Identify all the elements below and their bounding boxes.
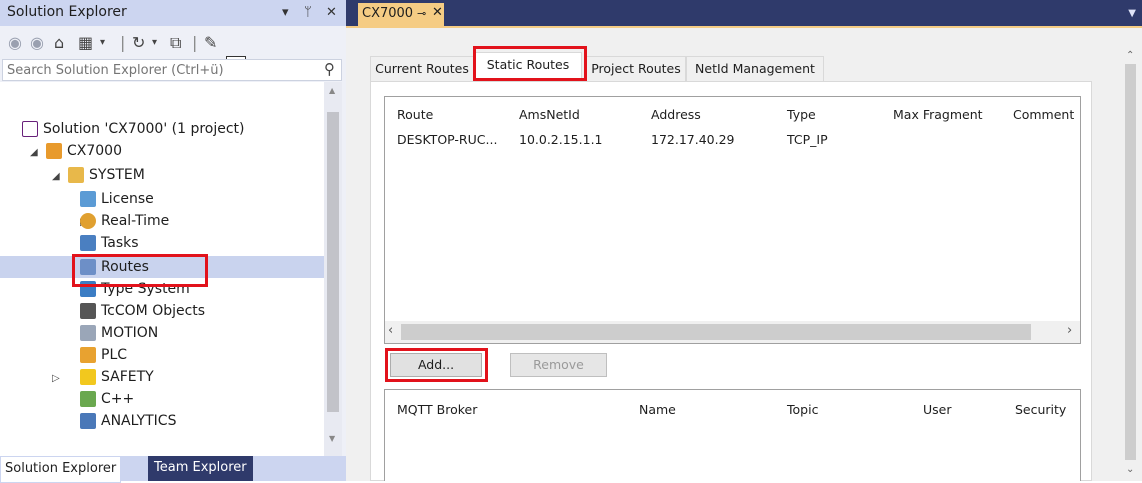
document-tab-title: CX7000 xyxy=(362,6,414,21)
tcom-icon xyxy=(80,303,96,319)
collapse-all-icon[interactable]: ⧉ xyxy=(170,33,181,53)
tab-team-explorer[interactable]: Team Explorer xyxy=(148,456,253,481)
column-header-security[interactable]: Security xyxy=(1015,402,1066,417)
back-icon[interactable]: ◉ xyxy=(8,33,22,52)
scroll-down-icon[interactable]: ▼ xyxy=(329,434,335,443)
tree-item-realtime[interactable]: Real-Time xyxy=(80,210,169,232)
scrollbar-thumb[interactable] xyxy=(1125,64,1136,460)
solution-explorer-bottom-tabs: Solution Explorer Team Explorer xyxy=(0,456,346,483)
chevron-down-icon[interactable]: ▾ xyxy=(152,37,157,48)
column-header-mqtt-broker[interactable]: MQTT Broker xyxy=(397,402,477,417)
separator: | xyxy=(192,33,198,52)
static-routes-highlight-box xyxy=(473,46,587,81)
column-header-address[interactable]: Address xyxy=(651,107,701,122)
column-header-user[interactable]: User xyxy=(923,402,952,417)
switch-views-icon[interactable]: ▦ xyxy=(78,33,93,52)
search-icon[interactable]: ⚲ xyxy=(324,60,335,78)
tree-item-system[interactable]: SYSTEM xyxy=(68,164,145,186)
solution-explorer-scrollbar[interactable]: ▲ ▼ xyxy=(324,82,342,456)
properties-wrench-icon[interactable]: ✎ xyxy=(204,33,217,52)
close-tab-icon[interactable]: ✕ xyxy=(432,5,443,20)
chevron-down-icon[interactable]: ▾ xyxy=(100,37,105,48)
forward-icon[interactable]: ◉ xyxy=(30,33,44,52)
pin-tab-icon[interactable]: ⊸ xyxy=(417,7,426,20)
column-header-max-fragment[interactable]: Max Fragment xyxy=(893,107,983,122)
scroll-right-icon[interactable]: › xyxy=(1067,323,1072,338)
tree-item-safety[interactable]: SAFETY xyxy=(80,366,154,388)
column-header-topic[interactable]: Topic xyxy=(787,402,818,417)
scrollbar-thumb[interactable] xyxy=(327,112,339,412)
scrollbar-thumb[interactable] xyxy=(401,324,1031,340)
realtime-icon xyxy=(80,213,96,229)
tree-item-cpp[interactable]: C++ xyxy=(80,388,134,410)
document-tab-bar: ▼ xyxy=(346,0,1142,28)
plc-icon xyxy=(80,347,96,363)
tree-item-project[interactable]: CX7000 xyxy=(46,140,122,162)
search-input[interactable] xyxy=(7,61,307,79)
solution-explorer-search-box[interactable]: ⚲ xyxy=(2,59,342,81)
scroll-down-icon[interactable]: ⌄ xyxy=(1126,464,1134,475)
tree-item-solution[interactable]: Solution 'CX7000' (1 project) xyxy=(22,118,245,140)
tree-item-plc[interactable]: PLC xyxy=(80,344,127,366)
tree-item-license[interactable]: License xyxy=(80,188,154,210)
remove-button[interactable]: Remove xyxy=(510,353,607,377)
tab-project-routes[interactable]: Project Routes xyxy=(586,56,686,81)
column-header-route[interactable]: Route xyxy=(397,107,433,122)
close-icon[interactable]: ✕ xyxy=(326,5,337,20)
tab-current-routes[interactable]: Current Routes xyxy=(370,56,474,81)
home-icon[interactable]: ⌂ xyxy=(54,33,64,52)
pin-icon[interactable]: ᛘ xyxy=(304,5,312,20)
project-icon xyxy=(46,143,62,159)
document-vertical-scrollbar[interactable]: ⌃ ⌄ xyxy=(1119,50,1142,481)
cell-amsnetid: 10.0.2.15.1.1 xyxy=(519,132,603,147)
motion-icon xyxy=(80,325,96,341)
routes-highlight-box xyxy=(72,254,208,287)
tree-item-motion[interactable]: MOTION xyxy=(80,322,158,344)
add-button-highlight-box xyxy=(385,348,488,382)
tree-item-tasks[interactable]: Tasks xyxy=(80,232,139,254)
mqtt-broker-table[interactable]: MQTT Broker Name Topic User Security xyxy=(384,389,1081,481)
solution-icon xyxy=(22,121,38,137)
license-icon xyxy=(80,191,96,207)
history-icon[interactable]: ↻ xyxy=(132,33,145,52)
separator: | xyxy=(120,33,126,52)
cell-type: TCP_IP xyxy=(787,132,828,147)
cell-address: 172.17.40.29 xyxy=(651,132,735,147)
expand-arrow-icon[interactable]: ▷ xyxy=(52,373,60,384)
document-tab-cx7000[interactable]: CX7000 ⊸ ✕ xyxy=(358,3,444,28)
system-gear-icon xyxy=(68,167,84,183)
solution-explorer-toolbar: ◉ ◉ ⌂ ▦ ▾ | ↻ ▾ ⧉ | ✎ xyxy=(0,26,346,76)
analytics-icon xyxy=(80,413,96,429)
window-position-dropdown-icon[interactable]: ▾ xyxy=(282,5,289,20)
column-header-name[interactable]: Name xyxy=(639,402,676,417)
column-header-amsnetid[interactable]: AmsNetId xyxy=(519,107,580,122)
routes-horizontal-scrollbar[interactable]: ‹ › xyxy=(385,321,1080,343)
table-row[interactable]: DESKTOP-RUC... 10.0.2.15.1.1 172.17.40.2… xyxy=(385,127,1080,149)
column-header-type[interactable]: Type xyxy=(787,107,816,122)
tab-solution-explorer[interactable]: Solution Explorer xyxy=(0,456,122,483)
safety-icon xyxy=(80,369,96,385)
cell-route: DESKTOP-RUC... xyxy=(397,132,498,147)
cpp-icon xyxy=(80,391,96,407)
solution-explorer-titlebar: Solution Explorer ▾ ᛘ ✕ xyxy=(0,0,346,26)
tab-netid-management[interactable]: NetId Management xyxy=(686,56,824,81)
collapse-arrow-icon[interactable]: ◢ xyxy=(52,171,60,182)
tree-item-tcom-objects[interactable]: TcCOM Objects xyxy=(80,300,205,322)
column-header-comment[interactable]: Comment xyxy=(1013,107,1074,122)
routes-table[interactable]: Route AmsNetId Address Type Max Fragment… xyxy=(384,96,1081,344)
scroll-up-icon[interactable]: ⌃ xyxy=(1126,50,1134,61)
scroll-up-icon[interactable]: ▲ xyxy=(329,86,335,95)
collapse-arrow-icon[interactable]: ◢ xyxy=(30,147,38,158)
scroll-left-icon[interactable]: ‹ xyxy=(388,323,393,338)
solution-explorer-title: Solution Explorer xyxy=(7,4,127,20)
tab-overflow-dropdown-icon[interactable]: ▼ xyxy=(1128,8,1136,19)
tasks-icon xyxy=(80,235,96,251)
tree-item-analytics[interactable]: ANALYTICS xyxy=(80,410,176,432)
